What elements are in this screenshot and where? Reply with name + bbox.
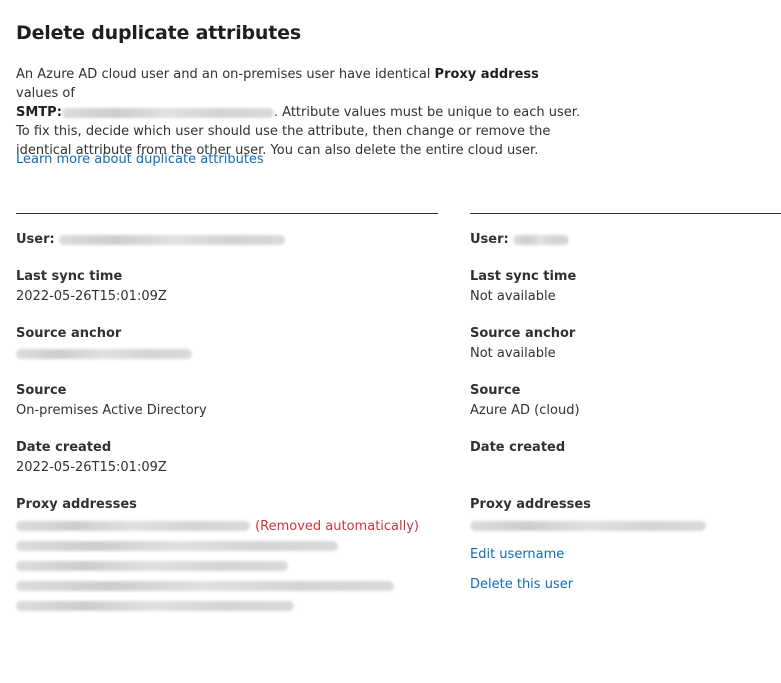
cloud-user-panel: User: Last sync time Not available Sourc…	[470, 213, 781, 595]
proxy-addresses-field: Proxy addresses Edit username Delete thi…	[470, 495, 781, 595]
proxy-address-item	[470, 515, 781, 535]
dialog-title: Delete duplicate attributes	[16, 22, 301, 44]
date-created-field: Date created	[470, 440, 566, 455]
redacted-proxy-address	[470, 520, 706, 531]
onprem-user-panel: User: Last sync time 2022-05-26T15:01:09…	[16, 213, 438, 615]
proxy-address-item	[16, 555, 438, 575]
date-created-field: Date created 2022-05-26T15:01:09Z	[16, 440, 167, 475]
redacted-proxy-address	[16, 600, 294, 611]
source-anchor-field: Source anchor	[16, 324, 438, 364]
proxy-address-item	[16, 575, 438, 595]
source-field: Source On-premises Active Directory	[16, 383, 207, 418]
proxy-address-item	[16, 595, 438, 615]
proxy-address-item: (Removed automatically)	[16, 515, 438, 535]
redacted-smtp-address	[61, 107, 274, 118]
redacted-proxy-address	[16, 520, 250, 531]
redacted-username	[512, 234, 569, 245]
user-row: User:	[16, 230, 438, 250]
edit-username-link[interactable]: Edit username	[470, 545, 781, 565]
redacted-proxy-address	[16, 540, 338, 551]
delete-user-link[interactable]: Delete this user	[470, 575, 781, 595]
last-sync-field: Last sync time Not available	[470, 269, 577, 304]
redacted-username	[58, 234, 285, 245]
last-sync-field: Last sync time 2022-05-26T15:01:09Z	[16, 269, 167, 304]
divider	[470, 213, 781, 214]
dialog-description: An Azure AD cloud user and an on-premise…	[16, 67, 581, 158]
redacted-proxy-address	[16, 560, 288, 571]
redacted-source-anchor	[16, 348, 192, 359]
learn-more-link[interactable]: Learn more about duplicate attributes	[16, 152, 264, 167]
divider	[16, 213, 438, 214]
removed-automatically-note: (Removed automatically)	[255, 519, 420, 534]
source-field: Source Azure AD (cloud)	[470, 383, 580, 418]
proxy-addresses-field: Proxy addresses (Removed automatically)	[16, 495, 438, 615]
source-anchor-field: Source anchor Not available	[470, 326, 576, 361]
user-row: User:	[470, 230, 781, 250]
redacted-proxy-address	[16, 580, 394, 591]
proxy-address-item	[16, 535, 438, 555]
